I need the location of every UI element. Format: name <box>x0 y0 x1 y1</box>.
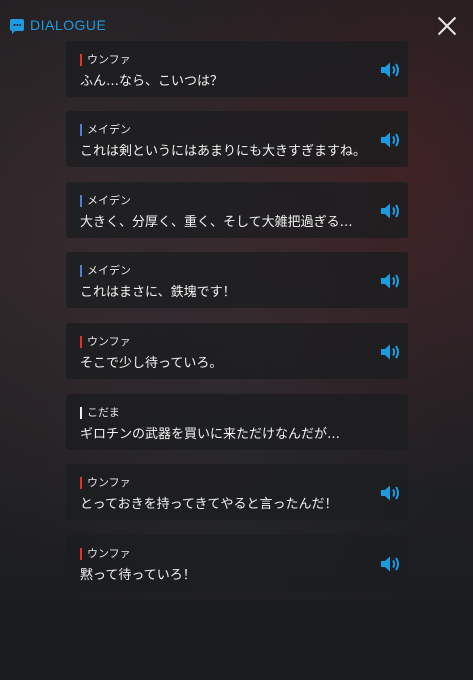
close-button[interactable] <box>434 13 460 39</box>
speaker-color-bar <box>80 548 82 560</box>
speaker-volume-icon <box>381 62 399 78</box>
voice-play-button[interactable] <box>380 202 402 220</box>
voice-play-button[interactable] <box>380 484 402 502</box>
dialogue-header: DIALOGUE <box>0 0 473 50</box>
speaker-label: ウンファ <box>87 335 131 348</box>
dialogue-entry: ウンファ 黙って待っていろ！ <box>66 535 408 591</box>
dialogue-entry: ウンファ とっておきを持ってきてやると言ったんだ！ <box>66 464 408 520</box>
speaker-volume-icon <box>381 132 399 148</box>
dialogue-log[interactable]: ウンファ ふん…なら、こいつは？ メイデン これは剣というにはあまりにも大きすぎ… <box>0 0 473 680</box>
dialogue-entry: メイデン これは剣というにはあまりにも大きすぎますね。 <box>66 111 408 167</box>
speaker-label: ウンファ <box>87 547 131 560</box>
speaker-color-bar <box>80 124 82 136</box>
speaker-volume-icon <box>381 273 399 289</box>
dialogue-text: 黙って待っていろ！ <box>80 568 196 583</box>
voice-play-button[interactable] <box>380 343 402 361</box>
chat-bubble-icon <box>10 19 24 34</box>
speaker-name: メイデン <box>80 123 131 137</box>
speaker-name: ウンファ <box>80 547 131 561</box>
dialogue-title: DIALOGUE <box>30 17 107 33</box>
dialogue-text: ギロチンの武器を買いに来ただけなんだが… <box>80 427 341 442</box>
speaker-label: こだま <box>87 406 120 419</box>
dialogue-entry: メイデン これはまさに、鉄塊です！ <box>66 252 408 308</box>
speaker-label: ウンファ <box>87 53 131 66</box>
speaker-color-bar <box>80 54 82 66</box>
speaker-volume-icon <box>381 556 399 572</box>
dialogue-text: ふん…なら、こいつは？ <box>80 74 224 89</box>
speaker-volume-icon <box>381 203 399 219</box>
speaker-label: メイデン <box>87 194 131 207</box>
dialogue-entry: ウンファ そこで少し待っていろ。 <box>66 323 408 379</box>
speaker-color-bar <box>80 195 82 207</box>
voice-play-button[interactable] <box>380 61 402 79</box>
speaker-name: ウンファ <box>80 476 131 490</box>
speaker-color-bar <box>80 477 82 489</box>
speaker-label: メイデン <box>87 264 131 277</box>
speaker-color-bar <box>80 265 82 277</box>
speaker-name: こだま <box>80 406 120 420</box>
dialogue-text: 大きく、分厚く、重く、そして大雑把過ぎる… <box>80 215 353 230</box>
dialogue-entry: こだま ギロチンの武器を買いに来ただけなんだが… <box>66 394 408 450</box>
speaker-volume-icon <box>381 485 399 501</box>
speaker-volume-icon <box>381 344 399 360</box>
speaker-label: メイデン <box>87 123 131 136</box>
dialogue-entry: メイデン 大きく、分厚く、重く、そして大雑把過ぎる… <box>66 182 408 238</box>
dialogue-text: これはまさに、鉄塊です！ <box>80 285 236 300</box>
speaker-color-bar <box>80 336 82 348</box>
speaker-label: ウンファ <box>87 476 131 489</box>
speaker-color-bar <box>80 407 82 419</box>
voice-play-button[interactable] <box>380 555 402 573</box>
speaker-name: ウンファ <box>80 335 131 349</box>
voice-play-button[interactable] <box>380 272 402 290</box>
dialogue-text: とっておきを持ってきてやると言ったんだ！ <box>80 497 338 512</box>
voice-play-button[interactable] <box>380 131 402 149</box>
speaker-name: ウンファ <box>80 53 131 67</box>
speaker-name: メイデン <box>80 194 131 208</box>
dialogue-text: そこで少し待っていろ。 <box>80 356 223 371</box>
speaker-name: メイデン <box>80 264 131 278</box>
dialogue-text: これは剣というにはあまりにも大きすぎますね。 <box>80 144 367 159</box>
